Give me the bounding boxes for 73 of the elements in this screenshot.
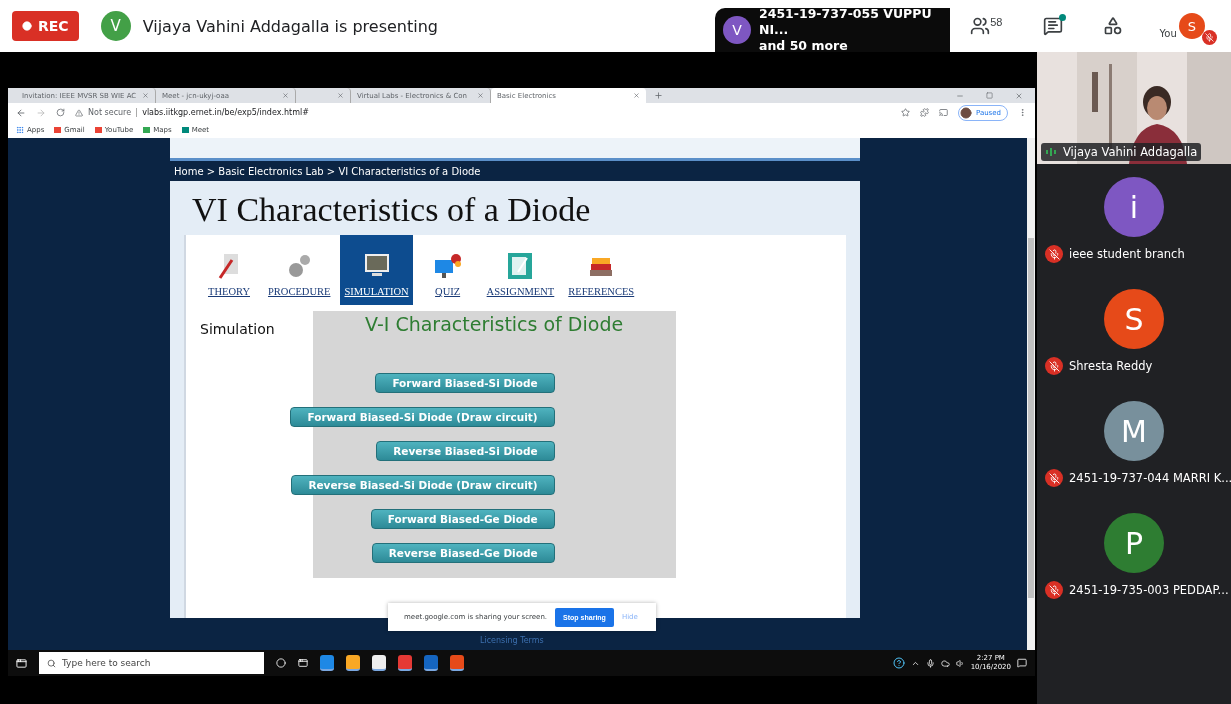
user-avatar: S <box>1178 13 1205 39</box>
nav-tab[interactable]: THEORY <box>200 235 258 305</box>
taskbar-search-field[interactable]: Type here to search <box>39 652 264 674</box>
cast-icon[interactable] <box>938 108 948 117</box>
section-label: Simulation <box>200 321 275 339</box>
cloud-icon <box>940 658 950 668</box>
people-button[interactable]: 58 <box>966 12 1007 40</box>
apps-grid-icon <box>16 126 24 134</box>
record-dot-icon <box>22 21 32 31</box>
nav-tab[interactable]: QUIZ <box>418 235 477 305</box>
notifications-icon[interactable] <box>1017 658 1027 668</box>
close-icon[interactable] <box>1015 91 1023 100</box>
bookmark-favicon-icon <box>54 127 62 133</box>
warning-icon <box>75 108 83 117</box>
forward-icon[interactable] <box>36 107 46 118</box>
security-label: Not secure <box>88 108 132 117</box>
store-app-icon[interactable] <box>372 655 386 671</box>
tab-close-icon[interactable] <box>282 92 289 99</box>
participant-avatar: P <box>1104 513 1164 573</box>
cortana-icon[interactable] <box>276 658 286 668</box>
computer-icon <box>432 252 463 280</box>
maximize-icon[interactable] <box>986 91 993 99</box>
you-label: You <box>1159 28 1177 39</box>
start-icon[interactable] <box>16 657 27 669</box>
participant-name: ieee student branch <box>1069 247 1185 261</box>
tab-close-icon[interactable] <box>633 92 640 99</box>
url-text: vlabs.iitkgp.ernet.in/be/exp5/index.html# <box>136 108 309 117</box>
participant-name: 2451-19-735-003 PEDDAP... <box>1069 583 1229 597</box>
word-app-icon[interactable] <box>424 655 438 671</box>
bookmark-favicon-icon <box>181 127 189 133</box>
shapes-icon <box>1103 16 1124 36</box>
bookmark-favicon-icon <box>94 127 102 133</box>
page-title: VI Characteristics of a Diode <box>192 191 592 229</box>
presenting-text: Vijaya Vahini Addagalla is presenting <box>142 16 438 36</box>
help-icon[interactable] <box>892 657 905 669</box>
people-icon <box>970 16 991 36</box>
simulation-title: V-I Characteristics of Diode <box>365 313 624 335</box>
new-tab-icon[interactable] <box>654 91 663 100</box>
chat-icon <box>1042 16 1063 36</box>
presenter-names: 2451-19-737-055 VUPPU NI... and 50 more <box>759 6 933 54</box>
participant-name: 2451-19-737-044 MARRI K... <box>1069 471 1231 485</box>
task-view-icon[interactable] <box>298 658 308 668</box>
bookmark-favicon-icon <box>143 127 151 133</box>
participant-avatar: S <box>1104 289 1164 349</box>
chrome-app-icon[interactable] <box>398 655 412 671</box>
volume-icon[interactable] <box>955 658 965 668</box>
participant-name: Vijaya Vahini Addagalla <box>1063 145 1198 159</box>
reload-icon[interactable] <box>56 108 65 117</box>
extensions-icon[interactable] <box>919 108 929 117</box>
back-icon[interactable] <box>16 107 26 118</box>
mic-icon <box>925 658 935 668</box>
nav-tab[interactable]: ASSIGNMENT <box>482 235 559 305</box>
bookmark-star-icon[interactable] <box>900 108 910 117</box>
browser-app-icon[interactable] <box>320 655 334 671</box>
tab-close-icon[interactable] <box>477 92 484 99</box>
slides-app-icon[interactable] <box>450 655 464 671</box>
search-icon <box>47 658 56 668</box>
participant-avatar: i <box>1104 177 1164 237</box>
tab-close-icon[interactable] <box>337 92 344 99</box>
scrollbar-thumb[interactable] <box>1028 238 1034 598</box>
presenter-avatar: V <box>100 11 131 41</box>
folder-app-icon[interactable] <box>346 655 360 671</box>
participant-name: Shresta Reddy <box>1069 359 1153 373</box>
record-indicator: REC <box>12 11 79 41</box>
breadcrumb: Home > Basic Electronics Lab > VI Characteristics of a Diode <box>173 164 482 179</box>
profile-avatar-icon <box>959 106 972 119</box>
participant-avatar: M <box>1104 401 1164 461</box>
tab-close-icon[interactable] <box>142 92 149 99</box>
nav-tab[interactable]: REFERENCES <box>564 235 639 305</box>
presenter-avatar: V <box>723 16 751 44</box>
nav-tab[interactable]: PROCEDURE <box>264 235 335 305</box>
menu-icon[interactable] <box>1018 108 1027 117</box>
nav-tab[interactable]: SIMULATION <box>340 235 413 305</box>
